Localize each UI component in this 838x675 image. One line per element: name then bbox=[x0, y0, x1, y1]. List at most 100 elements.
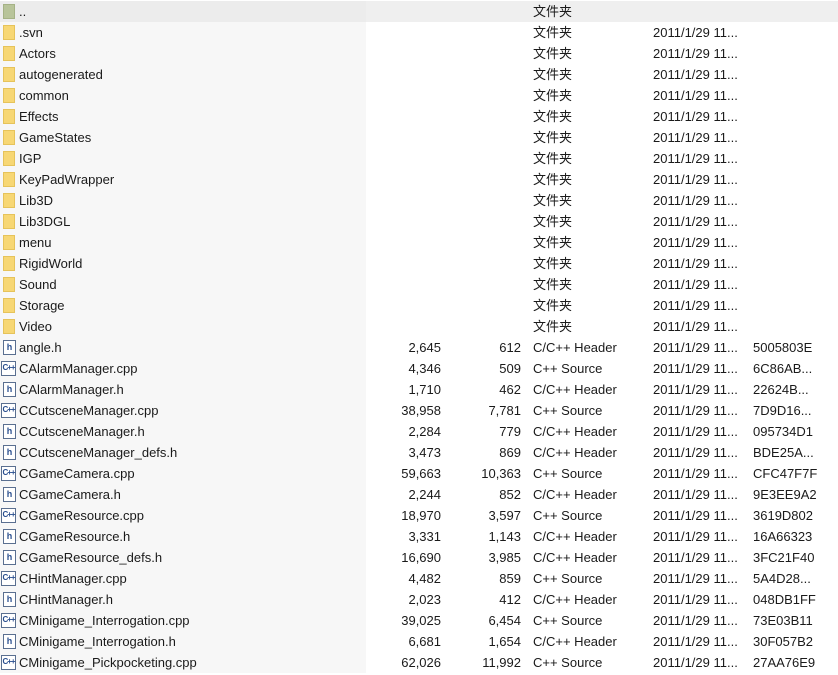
crc: 048DB1FF bbox=[753, 592, 816, 607]
file-row[interactable]: Sound 文件夹 2011/1/29 11... bbox=[0, 274, 838, 295]
file-size: 4,346 bbox=[408, 361, 441, 376]
file-type: C++ Source bbox=[533, 613, 603, 628]
modified-date: 2011/1/29 11... bbox=[653, 214, 738, 229]
file-row[interactable]: GameStates 文件夹 2011/1/29 11... bbox=[0, 127, 838, 148]
file-row[interactable]: Video 文件夹 2011/1/29 11... bbox=[0, 316, 838, 337]
header-file-icon: h bbox=[3, 424, 16, 439]
file-type: C/C++ Header bbox=[533, 445, 617, 460]
file-row[interactable]: KeyPadWrapper 文件夹 2011/1/29 11... bbox=[0, 169, 838, 190]
file-row[interactable]: .svn 文件夹 2011/1/29 11... bbox=[0, 22, 838, 43]
file-type: C/C++ Header bbox=[533, 340, 617, 355]
modified-date: 2011/1/29 11... bbox=[653, 172, 738, 187]
file-row[interactable]: h CGameResource.h 3,331 1,143 C/C++ Header 20… bbox=[0, 526, 838, 547]
crc: 22624B... bbox=[753, 382, 809, 397]
file-type: C++ Source bbox=[533, 508, 603, 523]
modified-date: 2011/1/29 11... bbox=[653, 193, 738, 208]
file-row[interactable]: Lib3DGL 文件夹 2011/1/29 11... bbox=[0, 211, 838, 232]
name-cell-bg bbox=[0, 190, 366, 211]
crc: 095734D1 bbox=[753, 424, 813, 439]
folder-icon bbox=[3, 298, 15, 313]
file-row[interactable]: C++ CMinigame_Interrogation.cpp 39,025 6,45… bbox=[0, 610, 838, 631]
file-row[interactable]: C++ CMinigame_Pickpocketing.cpp 62,026 11,9… bbox=[0, 652, 838, 673]
file-row[interactable]: Lib3D 文件夹 2011/1/29 11... bbox=[0, 190, 838, 211]
name-cell-bg bbox=[0, 148, 366, 169]
header-file-icon: h bbox=[3, 382, 16, 397]
file-type: C/C++ Header bbox=[533, 529, 617, 544]
file-name: autogenerated bbox=[19, 67, 103, 82]
file-size: 6,681 bbox=[408, 634, 441, 649]
file-row[interactable]: h CCutsceneManager_defs.h 3,473 869 C/C++ He… bbox=[0, 442, 838, 463]
modified-date: 2011/1/29 11... bbox=[653, 235, 738, 250]
header-file-icon: h bbox=[3, 529, 16, 544]
file-row[interactable]: autogenerated 文件夹 2011/1/29 11... bbox=[0, 64, 838, 85]
file-row[interactable]: common 文件夹 2011/1/29 11... bbox=[0, 85, 838, 106]
file-row[interactable]: h CCutsceneManager.h 2,284 779 C/C++ Header 2… bbox=[0, 421, 838, 442]
packed-size: 852 bbox=[499, 487, 521, 502]
name-cell-bg bbox=[0, 1, 366, 22]
file-row[interactable]: h CMinigame_Interrogation.h 6,681 1,654 C/C+… bbox=[0, 631, 838, 652]
modified-date: 2011/1/29 11... bbox=[653, 613, 738, 628]
packed-size: 1,143 bbox=[488, 529, 521, 544]
modified-date: 2011/1/29 11... bbox=[653, 445, 738, 460]
header-file-icon: h bbox=[3, 634, 16, 649]
file-type: 文件夹 bbox=[533, 130, 573, 145]
packed-size: 3,597 bbox=[488, 508, 521, 523]
modified-date: 2011/1/29 11... bbox=[653, 382, 738, 397]
file-row[interactable]: Storage 文件夹 2011/1/29 11... bbox=[0, 295, 838, 316]
file-name: CHintManager.cpp bbox=[19, 571, 127, 586]
file-row[interactable]: h CHintManager.h 2,023 412 C/C++ Header 2011/… bbox=[0, 589, 838, 610]
folder-icon bbox=[3, 319, 15, 334]
file-type: C/C++ Header bbox=[533, 382, 617, 397]
packed-size: 779 bbox=[499, 424, 521, 439]
modified-date: 2011/1/29 11... bbox=[653, 88, 738, 103]
file-type: C/C++ Header bbox=[533, 424, 617, 439]
cpp-file-icon: C++ bbox=[1, 361, 16, 376]
file-row[interactable]: RigidWorld 文件夹 2011/1/29 11... bbox=[0, 253, 838, 274]
file-name: CHintManager.h bbox=[19, 592, 113, 607]
modified-date: 2011/1/29 11... bbox=[653, 571, 738, 586]
parent-folder-icon bbox=[3, 4, 15, 19]
file-row[interactable]: Actors 文件夹 2011/1/29 11... bbox=[0, 43, 838, 64]
file-row[interactable]: h CAlarmManager.h 1,710 462 C/C++ Header 2011… bbox=[0, 379, 838, 400]
file-row[interactable]: Effects 文件夹 2011/1/29 11... bbox=[0, 106, 838, 127]
modified-date: 2011/1/29 11... bbox=[653, 319, 738, 334]
file-row[interactable]: C++ CGameCamera.cpp 59,663 10,363 C++ Source… bbox=[0, 463, 838, 484]
file-row[interactable]: .. 文件夹 bbox=[0, 1, 838, 22]
file-row[interactable]: C++ CHintManager.cpp 4,482 859 C++ Source 201… bbox=[0, 568, 838, 589]
file-name: CGameCamera.h bbox=[19, 487, 121, 502]
file-row[interactable]: C++ CCutsceneManager.cpp 38,958 7,781 C++ So… bbox=[0, 400, 838, 421]
modified-date: 2011/1/29 11... bbox=[653, 109, 738, 124]
file-type: 文件夹 bbox=[533, 277, 573, 292]
file-type: C/C++ Header bbox=[533, 487, 617, 502]
modified-date: 2011/1/29 11... bbox=[653, 655, 738, 670]
packed-size: 412 bbox=[499, 592, 521, 607]
file-type: 文件夹 bbox=[533, 109, 573, 124]
file-type: 文件夹 bbox=[533, 4, 573, 19]
file-row[interactable]: h angle.h 2,645 612 C/C++ Header 2011/1/29 11… bbox=[0, 337, 838, 358]
modified-date: 2011/1/29 11... bbox=[653, 25, 738, 40]
file-type: C++ Source bbox=[533, 571, 603, 586]
file-name: menu bbox=[19, 235, 52, 250]
crc: 73E03B11 bbox=[753, 613, 813, 628]
crc: 16A66323 bbox=[753, 529, 813, 544]
name-cell-bg bbox=[0, 316, 366, 337]
file-name: Actors bbox=[19, 46, 56, 61]
file-name: CMinigame_Interrogation.h bbox=[19, 634, 176, 649]
file-name: Storage bbox=[19, 298, 65, 313]
file-row[interactable]: C++ CGameResource.cpp 18,970 3,597 C++ Sourc… bbox=[0, 505, 838, 526]
modified-date: 2011/1/29 11... bbox=[653, 256, 738, 271]
file-row[interactable]: h CGameCamera.h 2,244 852 C/C++ Header 2011/1… bbox=[0, 484, 838, 505]
folder-icon bbox=[3, 172, 15, 187]
file-list: .. 文件夹 .svn 文件夹 2011/1/29 11... Actors 文件夹 2011… bbox=[0, 1, 838, 673]
file-row[interactable]: h CGameResource_defs.h 16,690 3,985 C/C++ He… bbox=[0, 547, 838, 568]
modified-date: 2011/1/29 11... bbox=[653, 277, 738, 292]
crc: CFC47F7F bbox=[753, 466, 818, 481]
packed-size: 6,454 bbox=[488, 613, 521, 628]
file-row[interactable]: menu 文件夹 2011/1/29 11... bbox=[0, 232, 838, 253]
modified-date: 2011/1/29 11... bbox=[653, 592, 738, 607]
file-row[interactable]: IGP 文件夹 2011/1/29 11... bbox=[0, 148, 838, 169]
file-name: Video bbox=[19, 319, 53, 334]
file-size: 2,645 bbox=[408, 340, 441, 355]
file-size: 62,026 bbox=[401, 655, 441, 670]
file-row[interactable]: C++ CAlarmManager.cpp 4,346 509 C++ Source 20… bbox=[0, 358, 838, 379]
